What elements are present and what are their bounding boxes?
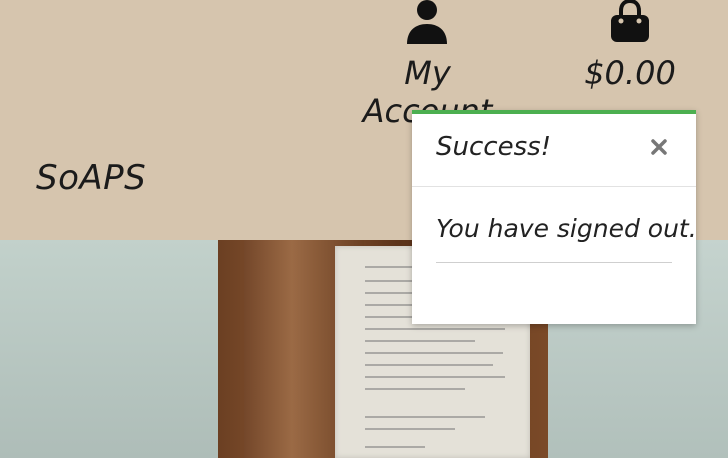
bag-total-label: $0.00 <box>584 54 676 92</box>
success-toast: Success! You have signed out. <box>412 110 697 324</box>
paper-line <box>365 328 505 330</box>
paper-line <box>365 446 425 448</box>
shopping-bag-link[interactable]: $0.00 <box>580 0 680 105</box>
paper-line <box>365 340 475 342</box>
site-logo[interactable]: SoAPS <box>36 158 146 198</box>
my-account-link[interactable]: My Account <box>340 0 515 130</box>
toast-header: Success! <box>412 114 696 187</box>
paper-line <box>365 376 505 378</box>
toast-title: Success! <box>436 132 552 162</box>
shopping-bag-icon <box>609 0 651 44</box>
paper-line <box>365 416 485 418</box>
toast-message: You have signed out. <box>436 214 697 243</box>
paper-line <box>365 364 493 366</box>
toast-divider <box>436 262 672 263</box>
paper-line <box>365 428 455 430</box>
user-icon <box>406 0 448 44</box>
paper-line <box>365 388 465 390</box>
close-icon[interactable] <box>648 136 670 158</box>
paper-line <box>365 352 503 354</box>
